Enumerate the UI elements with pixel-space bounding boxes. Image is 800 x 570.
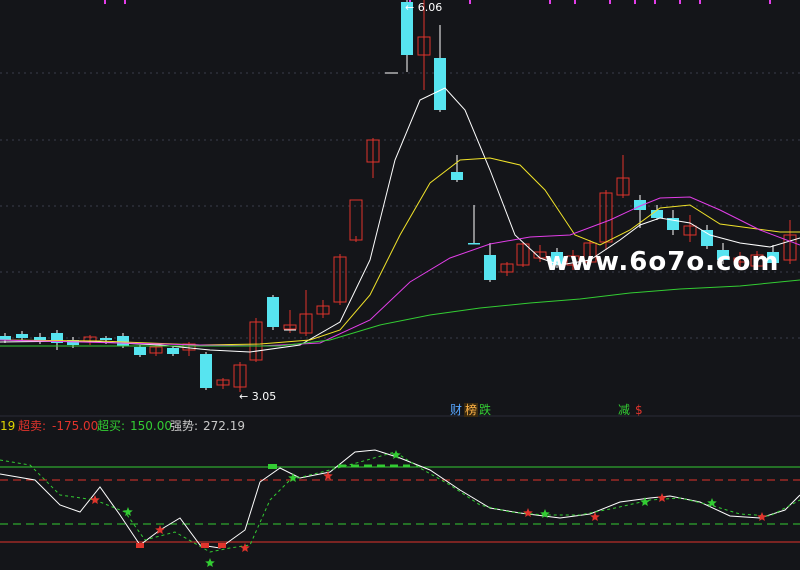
overbought-label: 超买:: [97, 419, 126, 433]
signal-star: [123, 507, 133, 516]
candle-body-down: [701, 230, 713, 246]
candlestick-chart[interactable]: [0, 0, 800, 570]
candle-body-down: [468, 243, 480, 245]
indicator-index: 19: [0, 419, 16, 433]
event-badge-ranking[interactable]: 榜: [464, 403, 479, 417]
signal-star: [757, 512, 767, 521]
candle-body-down: [434, 58, 446, 110]
candle-body-down: [167, 348, 179, 354]
candle-body-down: [16, 334, 28, 338]
candles-layer: [0, 0, 797, 392]
overbought-value: 150.00: [130, 419, 172, 433]
low-price-label: ← 3.05: [239, 390, 277, 403]
candle-body-down: [451, 172, 463, 180]
candle-body-down: [200, 354, 212, 388]
signal-block: [201, 543, 209, 548]
signal-star: [205, 558, 215, 567]
strength-label: 强势:: [170, 419, 199, 433]
signal-star: [657, 493, 667, 502]
candle-body-down: [0, 336, 11, 340]
price-gridlines: [0, 0, 800, 417]
oversold-label: 超卖:: [18, 419, 47, 433]
signal-star: [240, 543, 250, 552]
event-badge-fall[interactable]: 跌: [478, 403, 492, 417]
signal-star: [90, 495, 100, 504]
signal-star: [523, 508, 533, 517]
oscillator-panel: [0, 449, 800, 567]
oversold-value: -175.00: [52, 419, 99, 433]
candle-body-down: [100, 338, 112, 340]
ma-fast-line: [0, 87, 800, 353]
watermark-text: www.6o7o.com: [545, 247, 780, 277]
oscillator-main-line: [0, 449, 800, 549]
candle-body-down: [267, 297, 279, 327]
signal-block: [218, 543, 226, 548]
candle-body-down: [117, 336, 129, 346]
moving-averages-layer: [0, 87, 800, 353]
candle-body-down: [651, 210, 663, 218]
signal-block: [136, 543, 144, 548]
signal-star: [288, 473, 298, 482]
signal-block: [268, 464, 277, 469]
event-badge-dollar[interactable]: $: [634, 403, 644, 417]
event-badge-finance[interactable]: 财: [449, 403, 463, 417]
candle-body-down: [134, 347, 146, 355]
stock-chart-window: ← 6.06 ← 3.05 财 榜 跌 减 $ www.6o7o.com 19 …: [0, 0, 800, 570]
event-badge-reduce[interactable]: 减: [617, 403, 631, 417]
high-price-label: ← 6.06: [405, 1, 443, 14]
candle-body-down: [484, 255, 496, 280]
signal-star: [323, 471, 333, 480]
strength-value: 272.19: [203, 419, 245, 433]
